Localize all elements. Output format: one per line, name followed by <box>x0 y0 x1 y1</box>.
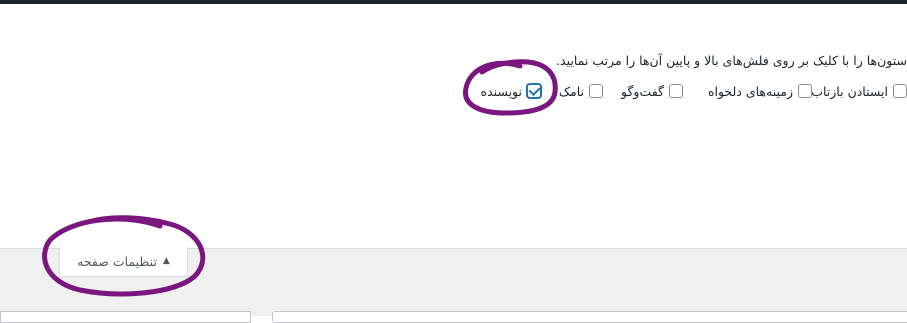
content-box-right <box>272 311 907 323</box>
column-order-help-text: ستون‌ها را با کلیک بر روی فلش‌های بالا و… <box>556 53 907 68</box>
triangle-up-icon: ▲ <box>162 256 170 266</box>
author-checkbox[interactable] <box>527 84 541 98</box>
column-option-slug[interactable]: نامک <box>559 81 603 101</box>
custom-fields-checkbox[interactable] <box>798 84 812 98</box>
column-option-discussion[interactable]: گفت‌وگو <box>621 81 683 101</box>
author-label[interactable]: نویسنده <box>481 84 527 99</box>
column-option-custom-fields[interactable]: زمینه‌های دلخواه <box>708 81 812 101</box>
slug-label[interactable]: نامک <box>559 84 589 99</box>
trackbacks-checkbox[interactable] <box>893 84 907 98</box>
trackbacks-label[interactable]: ایستادن بازتاب‌ها <box>801 84 893 99</box>
screen-options-button[interactable]: ▲ تنظیمات صفحه <box>59 246 188 277</box>
discussion-checkbox[interactable] <box>669 84 683 98</box>
discussion-label[interactable]: گفت‌وگو <box>621 84 669 99</box>
slug-checkbox[interactable] <box>589 84 603 98</box>
column-option-author[interactable]: نویسنده <box>481 81 541 101</box>
custom-fields-label[interactable]: زمینه‌های دلخواه <box>708 84 798 99</box>
content-box-left <box>0 311 251 323</box>
screen-options-label[interactable]: تنظیمات صفحه <box>77 254 157 269</box>
admin-top-bar <box>0 0 907 4</box>
column-option-trackbacks[interactable]: ایستادن بازتاب‌ها <box>801 81 907 101</box>
